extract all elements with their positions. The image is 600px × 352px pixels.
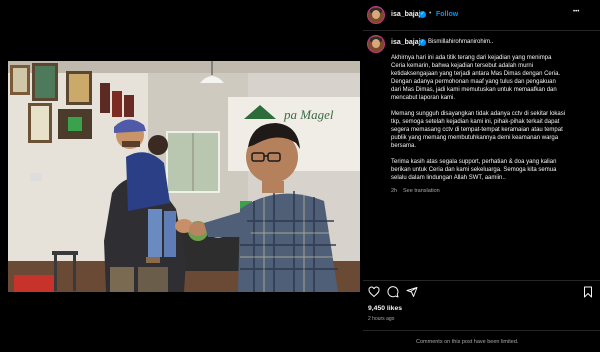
caption-verified-badge-icon: ✓ bbox=[419, 39, 426, 46]
caption-first-line: Bismillahirohmanirohim.. bbox=[428, 39, 494, 45]
heart-icon[interactable] bbox=[368, 286, 380, 298]
comments-divider bbox=[363, 330, 600, 331]
caption-line: bersama. bbox=[391, 143, 417, 149]
caption-line: berikan untuk Ceria dan kami sekeluarga.… bbox=[391, 167, 557, 173]
bookmark-icon[interactable] bbox=[582, 286, 594, 298]
more-options-icon[interactable]: ••• bbox=[573, 9, 579, 15]
share-icon[interactable] bbox=[406, 286, 418, 298]
post-side-panel: isa_bajaj ✓ • Follow ••• isa_bajaj ✓ Bis… bbox=[363, 0, 600, 352]
caption-line: Akhirnya hari ini ada titik terang dari … bbox=[391, 55, 552, 61]
comment-icon[interactable] bbox=[387, 286, 399, 298]
caption-line: Dengan adanya permohonan maaf yang tulus… bbox=[391, 79, 556, 85]
photo-sign-text: pa Magel bbox=[283, 107, 334, 122]
caption-line: segera memasang cctv di tempat-tempat ke… bbox=[391, 127, 563, 133]
caption-line: Terima kasih atas segala support, perhat… bbox=[391, 159, 557, 165]
follow-button[interactable]: Follow bbox=[436, 11, 458, 18]
verified-badge-icon: ✓ bbox=[419, 11, 426, 18]
caption-timestamp[interactable]: 2h bbox=[391, 188, 397, 194]
caption-line: mencabut laporan kami. bbox=[391, 95, 456, 101]
caption-line: Memang sungguh disayangkan tidak adanya … bbox=[391, 111, 566, 117]
caption-username[interactable]: isa_bajaj bbox=[391, 39, 421, 46]
caption-line: Ceria kemarin, bahwa kejadian tersebut a… bbox=[391, 63, 534, 69]
photo-scene: pa Magel bbox=[8, 61, 360, 292]
avatar[interactable] bbox=[367, 6, 385, 24]
see-translation-link[interactable]: See translation bbox=[403, 188, 440, 194]
post-header: isa_bajaj ✓ • Follow ••• bbox=[363, 0, 600, 31]
post-time-ago[interactable]: 2 hours ago bbox=[368, 316, 394, 322]
comments-limited-notice: Comments on this post have been limited. bbox=[416, 339, 519, 345]
caption-line: dari Mas Dimas, jadi kami memutuskan unt… bbox=[391, 87, 557, 93]
caption-line: selalu dalam lindungan Allah SWT, aamiin… bbox=[391, 175, 506, 181]
actions-divider bbox=[363, 280, 600, 281]
likes-count[interactable]: 9,450 likes bbox=[368, 305, 402, 312]
post-photo[interactable]: pa Magel bbox=[8, 61, 360, 292]
header-separator: • bbox=[429, 10, 432, 17]
caption-line: ketidaksengajaan yang terjadi antara Mas… bbox=[391, 71, 561, 77]
post-modal: pa Magel isa_bajaj ✓ • Follow ••• isa_ba… bbox=[0, 0, 600, 352]
header-username[interactable]: isa_bajaj bbox=[391, 11, 421, 18]
caption-line: tkp, semoga setelah kejadian kami ini, p… bbox=[391, 119, 560, 125]
caption-avatar[interactable] bbox=[367, 35, 385, 53]
caption-line: publik yang memang membutuhkannya demi k… bbox=[391, 135, 559, 141]
